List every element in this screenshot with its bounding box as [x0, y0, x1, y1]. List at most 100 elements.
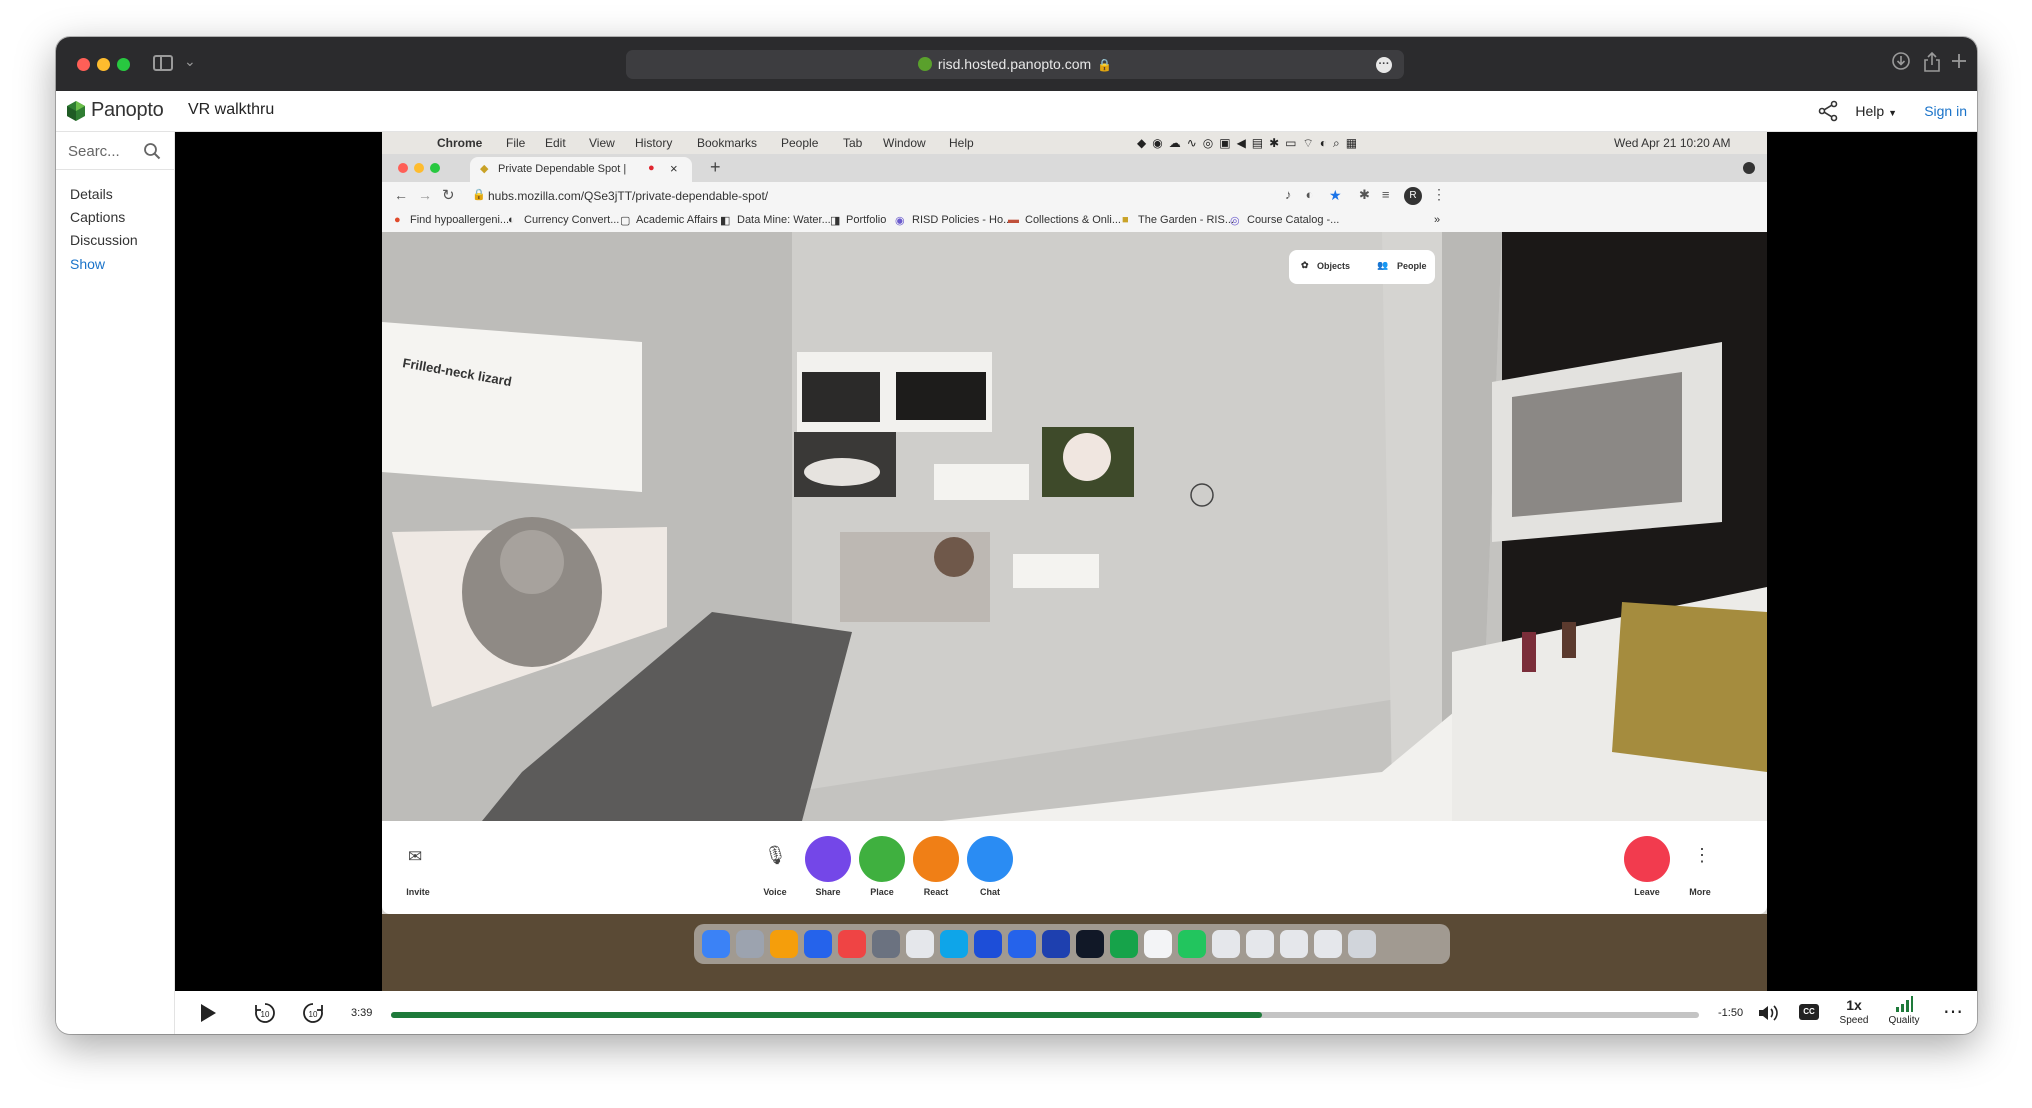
dropbox-icon	[1008, 930, 1036, 958]
back-icon: ←	[394, 187, 408, 203]
bookmark-item: The Garden - RIS...	[1138, 214, 1234, 226]
close-window-button[interactable]	[77, 58, 90, 71]
forward-10-icon[interactable]: 10	[301, 1001, 325, 1030]
new-tab-icon[interactable]	[1949, 51, 1969, 77]
search-input[interactable]: Searc...	[56, 132, 174, 170]
skype-icon	[940, 930, 968, 958]
chat-bubble-icon	[967, 836, 1013, 882]
closed-captions-icon[interactable]: CC	[1799, 1004, 1819, 1020]
sign-in-link[interactable]: Sign in	[1924, 103, 1967, 119]
menubar-item: File	[506, 136, 526, 150]
menubar-app: Chrome	[437, 136, 483, 150]
nav-show[interactable]: Show	[70, 256, 105, 272]
more-horizontal-icon[interactable]: ⋯	[1943, 999, 1964, 1024]
settings-icon	[872, 930, 900, 958]
quality-label: Quality	[1888, 1015, 1920, 1026]
chrome-menu-icon: ⋮	[1432, 186, 1446, 202]
lock-icon: 🔒	[1097, 58, 1113, 72]
quality-bars-icon[interactable]	[1895, 996, 1913, 1017]
voice-label: Voice	[763, 887, 787, 897]
help-menu[interactable]: Help ▼	[1855, 103, 1897, 119]
menubar-item: Help	[949, 136, 974, 150]
progress-bar[interactable]	[391, 1012, 1699, 1018]
nav-captions[interactable]: Captions	[70, 209, 125, 225]
leave-room-icon	[1624, 836, 1670, 882]
panopto-logo-icon	[65, 100, 87, 122]
svg-text:10: 10	[261, 1010, 270, 1019]
bookmark-icon: ◧	[720, 215, 731, 227]
screenshot-thumb-icon	[1314, 930, 1342, 958]
chrome-extension-icons: ♪◐	[1285, 187, 1328, 202]
chevron-down-icon[interactable]: ⌄	[184, 53, 196, 70]
remaining-time: -1:50	[1718, 1007, 1744, 1019]
help-label: Help	[1855, 103, 1885, 119]
speed-value[interactable]: 1x	[1841, 997, 1867, 1013]
share-icon[interactable]	[1817, 100, 1839, 122]
chat-label: Chat	[980, 887, 1000, 897]
mail-icon: ✉	[408, 847, 423, 866]
microphone-icon: 🎙	[764, 845, 787, 865]
acrobat-icon	[1076, 930, 1104, 958]
menubar-item: Tab	[843, 136, 863, 150]
menubar-item: History	[635, 136, 673, 150]
chevron-down-icon: ▼	[1888, 108, 1897, 118]
bookmark-item: Academic Affairs	[636, 214, 718, 226]
chrome-bookmarks-bar: ● Find hypoallergeni... ◐ Currency Conve…	[382, 210, 1767, 233]
search-placeholder: Searc...	[68, 143, 120, 160]
menubar-item: Window	[883, 136, 926, 150]
finder-icon	[702, 930, 730, 958]
place-object-icon	[859, 836, 905, 882]
nav-details[interactable]: Details	[70, 186, 113, 202]
profile-avatar: R	[1404, 187, 1422, 205]
more-vertical-icon: ⋮	[1693, 845, 1711, 865]
left-panel: Searc... Details Captions Discussion Sho…	[56, 132, 175, 1034]
people-button: People	[1397, 261, 1427, 271]
video-player[interactable]: Chrome File Edit View History Bookmarks …	[175, 132, 1977, 991]
screenshot-thumb-icon	[1212, 930, 1240, 958]
minimize-window-button[interactable]	[97, 58, 110, 71]
panopto-logo[interactable]: Panopto	[65, 99, 164, 122]
objects-button: Objects	[1317, 261, 1351, 271]
bookmark-item: RISD Policies - Ho...	[912, 214, 1013, 226]
new-tab-icon: +	[710, 157, 721, 177]
photos-icon	[770, 930, 798, 958]
address-bar[interactable]: risd.hosted.panopto.com 🔒 ···	[626, 50, 1404, 79]
dock-apps	[694, 924, 1450, 964]
place-label: Place	[870, 887, 894, 897]
bookmark-item: Course Catalog -...	[1247, 214, 1340, 226]
zoom-window-button[interactable]	[117, 58, 130, 71]
panopto-logo-text: Panopto	[91, 99, 164, 121]
chrome-extension-icons: ✱≡	[1359, 187, 1402, 202]
bookmark-icon: ■	[1122, 214, 1129, 226]
recording-dot-icon: ●	[648, 162, 655, 174]
close-icon: ×	[670, 161, 678, 176]
recorded-screen: Chrome File Edit View History Bookmarks …	[382, 132, 1767, 991]
elapsed-time: 3:39	[351, 1007, 373, 1019]
share-screen-icon	[805, 836, 851, 882]
leave-label: Leave	[1634, 887, 1660, 897]
menubar-status-icons: ◆◉☁∿◎▣◀▤✱▭⌔◐⌕▦	[1137, 136, 1364, 150]
search-icon[interactable]	[143, 142, 161, 160]
nav-discussion[interactable]: Discussion	[70, 232, 138, 248]
gallery-scene-illustration: Frilled-neck lizard	[382, 232, 1767, 821]
chrome-zoom-dot	[430, 163, 440, 173]
more-options-icon[interactable]: ···	[1376, 57, 1392, 73]
bookmark-item: Portfolio	[846, 214, 887, 226]
objects-people-panel: ✿ Objects 👥 People	[1289, 250, 1435, 284]
reload-icon: ↻	[442, 187, 455, 204]
document-icon	[1144, 930, 1172, 958]
bookmark-icon: ●	[394, 214, 401, 226]
play-icon[interactable]	[199, 1003, 217, 1028]
chrome-address-bar: ← → ↻ 🔒 hubs.mozilla.com/QSe3jTT/private…	[382, 182, 1767, 210]
tab-favicon-icon: ◆	[480, 163, 489, 175]
share-icon[interactable]	[1923, 51, 1941, 79]
download-icon[interactable]	[1891, 51, 1911, 77]
rewind-10-icon[interactable]: 10	[253, 1001, 277, 1030]
volume-icon[interactable]	[1757, 1003, 1781, 1028]
sidebar-toggle-icon[interactable]	[153, 55, 173, 71]
player-controls: 10 10 3:39 -1:50 CC 1x Speed Quality ⋯	[175, 991, 1977, 1034]
bookmark-icon: ◎	[1230, 215, 1240, 227]
menubar-item: Bookmarks	[697, 136, 758, 150]
bookmarks-overflow-icon: »	[1434, 214, 1441, 226]
safari-toolbar: ⌄ risd.hosted.panopto.com 🔒 ···	[56, 37, 1977, 92]
